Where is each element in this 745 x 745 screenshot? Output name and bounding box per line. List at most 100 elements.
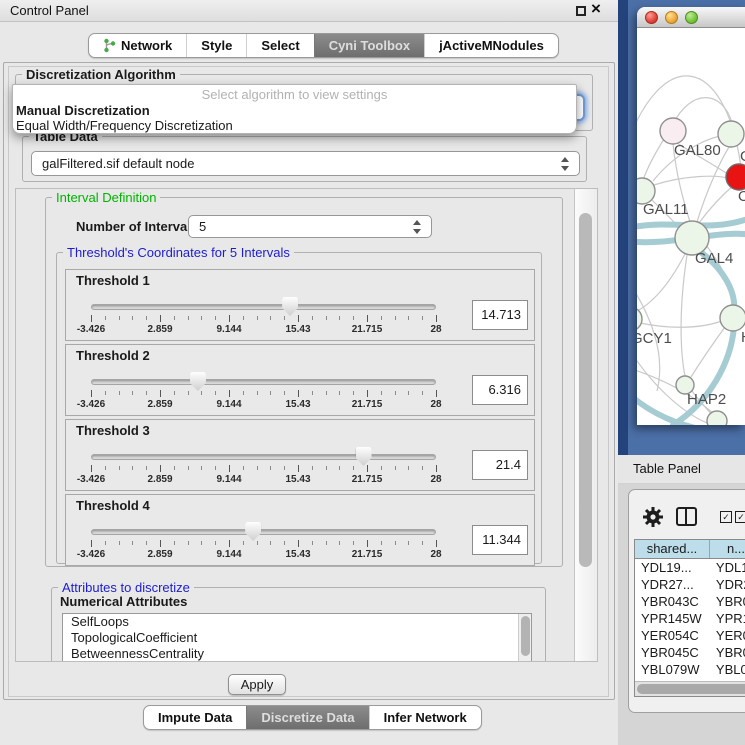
number-of-intervals-spinner[interactable]: 5 bbox=[188, 215, 432, 238]
table-cell[interactable]: YBR043C bbox=[635, 593, 710, 610]
threshold-2-slider-thumb[interactable] bbox=[190, 372, 206, 391]
tab-select[interactable]: Select bbox=[246, 34, 313, 57]
zoom-traffic-light-icon[interactable] bbox=[685, 11, 698, 24]
table-cell[interactable]: YBR0 bbox=[710, 593, 745, 610]
table-cell[interactable]: YBR0 bbox=[710, 644, 745, 661]
tick-label: 28 bbox=[430, 549, 441, 560]
apply-button[interactable]: Apply bbox=[228, 674, 286, 695]
number-of-intervals-value: 5 bbox=[199, 216, 206, 237]
table-data-combobox[interactable]: galFiltered.sif default node bbox=[31, 151, 580, 176]
node-h[interactable] bbox=[720, 305, 745, 331]
table-cell[interactable]: YPR145W bbox=[635, 610, 710, 627]
close-icon[interactable]: × bbox=[591, 0, 601, 19]
threshold-1-value-field[interactable]: 14.713 bbox=[472, 300, 528, 330]
minor-tick bbox=[408, 316, 409, 320]
table-cell[interactable]: YBR045C bbox=[635, 644, 710, 661]
list-item[interactable]: BetweennessCentrality bbox=[63, 646, 531, 662]
tab-impute-data[interactable]: Impute Data bbox=[144, 706, 246, 729]
settings-vertical-scrollbar[interactable] bbox=[574, 189, 597, 661]
network-window-titlebar[interactable] bbox=[637, 7, 745, 28]
scrollbar-thumb[interactable] bbox=[579, 213, 592, 567]
threshold-1-slider-track[interactable] bbox=[91, 304, 436, 310]
minor-tick bbox=[119, 391, 120, 395]
numerical-attributes-list[interactable]: SelfLoops TopologicalCoefficient Between… bbox=[62, 613, 532, 662]
table-row[interactable]: YPR145WYPR1 bbox=[635, 610, 745, 627]
threshold-4-value-field[interactable]: 11.344 bbox=[472, 525, 528, 555]
minor-tick bbox=[353, 391, 354, 395]
tab-cyni-toolbox[interactable]: Cyni Toolbox bbox=[314, 34, 424, 57]
node-gcy1[interactable] bbox=[637, 307, 642, 331]
table-row[interactable]: YDR27...YDR2 bbox=[635, 576, 745, 593]
dropdown-prompt: Select algorithm to view settings bbox=[13, 87, 576, 102]
threshold-3-slider-track[interactable] bbox=[91, 454, 436, 460]
list-item[interactable]: TopologicalCoefficient bbox=[63, 630, 531, 646]
tab-jactivemnodules[interactable]: jActiveMNodules bbox=[424, 34, 558, 57]
tab-network[interactable]: Network bbox=[89, 34, 186, 57]
node-pink[interactable] bbox=[660, 118, 686, 144]
table-data-value: galFiltered.sif default node bbox=[42, 152, 194, 175]
network-view-window[interactable]: GAL80 GA GAL11 O GAL4 GCY1 H HAP2 bbox=[637, 7, 745, 425]
float-window-icon[interactable] bbox=[576, 6, 586, 16]
dropdown-option-manual[interactable]: Manual Discretization bbox=[16, 103, 150, 118]
gear-icon[interactable] bbox=[642, 506, 664, 528]
minor-tick bbox=[188, 391, 189, 395]
table-cell[interactable]: YER054C bbox=[635, 627, 710, 644]
table-panel-area: ✓ ✓ shared... n... YDL19...YDL1YDR27...Y… bbox=[618, 484, 745, 745]
major-tick bbox=[436, 315, 437, 322]
minor-tick bbox=[188, 466, 189, 470]
table-cell[interactable]: YDL19... bbox=[635, 559, 710, 576]
tab-infer-network[interactable]: Infer Network bbox=[369, 706, 481, 729]
table-cell[interactable]: YBL0 bbox=[710, 661, 745, 678]
table-row[interactable]: YBL079WYBL0 bbox=[635, 661, 745, 678]
checkbox-checked-icon[interactable]: ✓ bbox=[720, 511, 732, 523]
tick-label: 28 bbox=[430, 399, 441, 410]
minor-tick bbox=[312, 316, 313, 320]
threshold-4-slider-thumb[interactable] bbox=[245, 522, 261, 541]
threshold-4-slider-track[interactable] bbox=[91, 529, 436, 535]
node-bottom[interactable] bbox=[707, 411, 727, 425]
table-row[interactable]: YDL19...YDL1 bbox=[635, 559, 745, 576]
minor-tick bbox=[408, 541, 409, 545]
split-columns-icon[interactable] bbox=[676, 507, 697, 526]
node-red-selected[interactable] bbox=[726, 164, 745, 190]
minor-tick bbox=[201, 541, 202, 545]
list-item[interactable]: SelfLoops bbox=[63, 614, 531, 630]
table-cell[interactable]: YBL079W bbox=[635, 661, 710, 678]
threshold-3-value-field[interactable]: 21.4 bbox=[472, 450, 528, 480]
table-cell[interactable]: YER0 bbox=[710, 627, 745, 644]
attributes-list-scrollbar[interactable] bbox=[518, 614, 531, 662]
column-header-name[interactable]: n... bbox=[710, 540, 745, 558]
threshold-2-value-field[interactable]: 6.316 bbox=[472, 375, 528, 405]
table-cell[interactable]: YDR27... bbox=[635, 576, 710, 593]
scrollbar-thumb[interactable] bbox=[637, 684, 745, 694]
network-canvas[interactable]: GAL80 GA GAL11 O GAL4 GCY1 H HAP2 bbox=[637, 29, 745, 425]
tab-style[interactable]: Style bbox=[186, 34, 246, 57]
major-tick bbox=[367, 315, 368, 322]
table-horizontal-scrollbar[interactable] bbox=[635, 681, 745, 696]
tick-label: 2.859 bbox=[147, 549, 172, 560]
table-row[interactable]: YBR045CYBR0 bbox=[635, 644, 745, 661]
table-cell[interactable]: YDR2 bbox=[710, 576, 745, 593]
minimize-traffic-light-icon[interactable] bbox=[665, 11, 678, 24]
checkbox-checked-icon[interactable]: ✓ bbox=[735, 511, 745, 523]
table-row[interactable]: YER054CYER0 bbox=[635, 627, 745, 644]
split-pane-divider[interactable] bbox=[618, 0, 628, 455]
major-tick bbox=[298, 315, 299, 322]
major-tick bbox=[436, 465, 437, 472]
thresholds-group-title: Threshold's Coordinates for 5 Intervals bbox=[63, 245, 294, 260]
minor-tick bbox=[395, 541, 396, 545]
dropdown-option-equal-width[interactable]: Equal Width/Frequency Discretization bbox=[16, 118, 233, 133]
table-body[interactable]: YDL19...YDL1YDR27...YDR2YBR043CYBR0YPR14… bbox=[635, 559, 745, 696]
table-row[interactable]: YBR043CYBR0 bbox=[635, 593, 745, 610]
threshold-3-slider-thumb[interactable] bbox=[356, 447, 372, 466]
table-cell[interactable]: YDL1 bbox=[710, 559, 745, 576]
threshold-2-slider-track[interactable] bbox=[91, 379, 436, 385]
node-green[interactable] bbox=[718, 121, 744, 147]
minor-tick bbox=[119, 541, 120, 545]
table-cell[interactable]: YPR1 bbox=[710, 610, 745, 627]
threshold-1-slider-thumb[interactable] bbox=[282, 297, 298, 316]
minor-tick bbox=[201, 466, 202, 470]
close-traffic-light-icon[interactable] bbox=[645, 11, 658, 24]
tab-discretize-data[interactable]: Discretize Data bbox=[246, 706, 368, 729]
column-header-shared-name[interactable]: shared... bbox=[635, 540, 710, 558]
